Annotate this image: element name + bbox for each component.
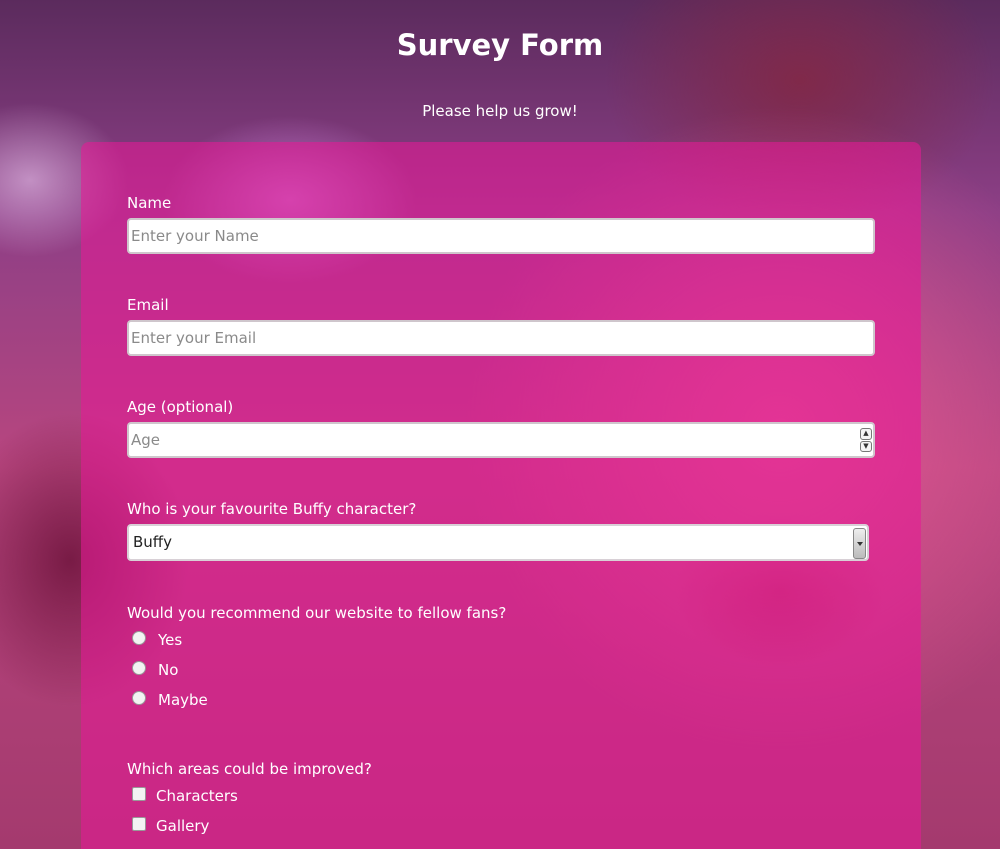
spin-down-icon[interactable]: ▼ (860, 440, 872, 452)
recommend-field-group: Would you recommend our website to fello… (127, 604, 875, 715)
character-selected-value: Buffy (133, 533, 173, 551)
email-field-group: Email (127, 296, 875, 356)
improve-label: Which areas could be improved? (127, 760, 372, 778)
character-label: Who is your favourite Buffy character? (127, 500, 417, 518)
recommend-label: Would you recommend our website to fello… (127, 604, 507, 622)
improve-field-group: Which areas could be improved? Character… (127, 760, 875, 841)
radio-option-maybe[interactable]: Maybe (127, 685, 875, 715)
checkbox-option-gallery[interactable]: Gallery (127, 811, 875, 841)
name-label: Name (127, 194, 172, 212)
character-field-group: Who is your favourite Buffy character? B… (127, 500, 875, 561)
page-title: Survey Form (396, 28, 604, 62)
radio-option-yes[interactable]: Yes (127, 625, 875, 655)
survey-form: Name Email Age (optional) ▲ ▼ Who is you… (81, 142, 921, 849)
spinner-arrows-icon[interactable]: ▲ ▼ (860, 428, 872, 452)
age-input[interactable] (127, 422, 875, 458)
age-label: Age (optional) (127, 398, 234, 416)
checkbox-option-characters[interactable]: Characters (127, 781, 875, 811)
spin-up-icon[interactable]: ▲ (860, 428, 872, 440)
radio-button[interactable] (132, 661, 146, 675)
radio-button[interactable] (132, 631, 146, 645)
radio-label: Maybe (158, 691, 208, 709)
name-field-group: Name (127, 194, 875, 254)
checkbox[interactable] (132, 787, 146, 801)
radio-button[interactable] (132, 691, 146, 705)
name-input[interactable] (127, 218, 875, 254)
checkbox-label: Characters (156, 787, 238, 805)
age-number-wrapper: ▲ ▼ (127, 422, 875, 458)
chevron-down-icon[interactable] (853, 528, 866, 559)
character-dropdown[interactable]: Buffy (127, 524, 869, 561)
checkbox-label: Gallery (156, 817, 210, 835)
radio-option-no[interactable]: No (127, 655, 875, 685)
radio-label: Yes (158, 631, 183, 649)
email-label: Email (127, 296, 169, 314)
checkbox[interactable] (132, 817, 146, 831)
radio-label: No (158, 661, 179, 679)
email-input[interactable] (127, 320, 875, 356)
page-description: Please help us grow! (422, 102, 578, 120)
age-field-group: Age (optional) ▲ ▼ (127, 398, 875, 458)
